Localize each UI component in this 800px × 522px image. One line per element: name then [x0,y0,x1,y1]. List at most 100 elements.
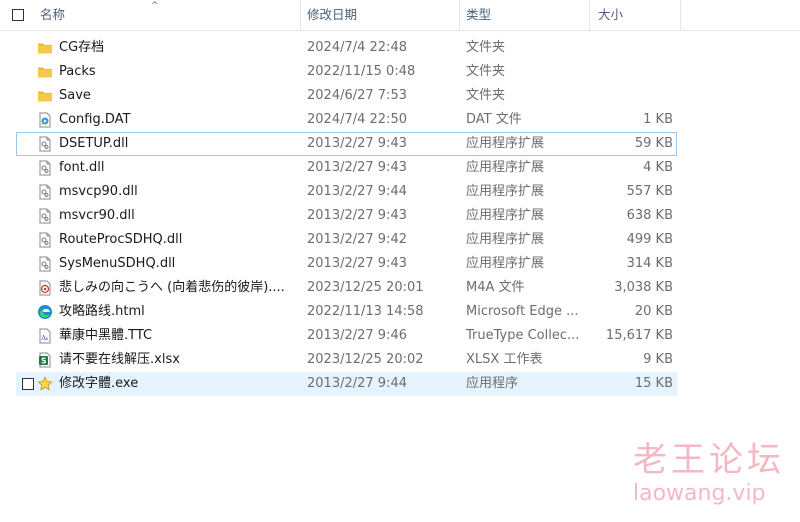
file-row[interactable]: Aa 華康中黑體.TTC 2013/2/27 9:46 TrueType Collec… [16,324,677,348]
file-modified-date: 2023/12/25 20:01 [307,280,424,295]
dll-file-icon [37,232,53,248]
file-name: SysMenuSDHQ.dll [59,256,176,271]
file-row[interactable]: SysMenuSDHQ.dll 2013/2/27 9:43 应用程序扩展 314 K… [16,252,677,276]
file-row[interactable]: DSETUP.dll 2013/2/27 9:43 应用程序扩展 59 KB [16,132,677,156]
file-type: 文件夹 [466,40,506,55]
dll-file-icon [37,256,53,272]
file-size: 499 KB [626,232,673,247]
file-modified-date: 2013/2/27 9:44 [307,184,407,199]
file-name: Config.DAT [59,112,131,127]
file-name: 请不要在线解压.xlsx [59,352,180,367]
file-size: 1 KB [643,112,673,127]
file-size [602,37,673,59]
file-modified-date: 2024/7/4 22:48 [307,40,407,55]
file-modified-date: 2022/11/13 14:58 [307,304,424,319]
media-file-icon [37,112,53,128]
file-type: 应用程序扩展 [466,136,545,151]
column-header-date[interactable]: 修改日期 [307,0,455,30]
file-size: 20 KB [634,304,673,319]
watermark-title: 老王论坛 [633,440,785,480]
file-name: 華康中黑體.TTC [59,328,153,343]
forum-watermark: 老王论坛 laowang.vip [633,440,793,508]
file-type: 应用程序扩展 [466,208,545,223]
file-row[interactable]: msvcr90.dll 2013/2/27 9:43 应用程序扩展 638 KB [16,204,677,228]
file-size: 314 KB [626,256,673,271]
file-row[interactable]: Config.DAT 2024/7/4 22:50 DAT 文件 1 KB [16,108,677,132]
column-header-size[interactable]: 大小 [598,0,678,30]
svg-text:S: S [41,357,46,366]
file-type: 应用程序扩展 [466,256,545,271]
file-size: 59 KB [634,136,673,151]
file-modified-date: 2024/6/27 7:53 [307,88,407,103]
file-type: 应用程序扩展 [466,232,545,247]
file-row[interactable]: font.dll 2013/2/27 9:43 应用程序扩展 4 KB [16,156,677,180]
file-row[interactable]: msvcp90.dll 2013/2/27 9:44 应用程序扩展 557 KB [16,180,677,204]
column-header: ^ 名称 修改日期 类型 大小 [0,0,800,31]
edge-html-icon [37,304,53,320]
column-divider[interactable] [459,0,460,30]
star-exe-icon [37,376,53,392]
file-type: Microsoft Edge ... [466,304,579,319]
file-modified-date: 2013/2/27 9:44 [307,376,407,391]
file-size: 9 KB [643,352,673,367]
file-size: 638 KB [626,208,673,223]
file-row[interactable]: 攻略路线.html 2022/11/13 14:58 Microsoft Edge … [16,300,677,324]
file-modified-date: 2013/2/27 9:46 [307,328,407,343]
file-type: 应用程序扩展 [466,184,545,199]
file-type: 应用程序扩展 [466,160,545,175]
file-modified-date: 2023/12/25 20:02 [307,352,424,367]
watermark-url: laowang.vip [633,481,766,506]
file-type: 文件夹 [466,88,506,103]
audio-file-icon [37,280,53,296]
dll-file-icon [37,136,53,152]
file-modified-date: 2013/2/27 9:43 [307,136,407,151]
file-type: TrueType Collec... [466,328,580,343]
file-row[interactable]: 修改字體.exe 2013/2/27 9:44 应用程序 15 KB [16,372,677,396]
column-divider[interactable] [680,0,681,30]
spreadsheet-icon: S [37,352,53,368]
file-type: M4A 文件 [466,280,525,295]
column-divider[interactable] [589,0,590,30]
dll-file-icon [37,160,53,176]
file-row[interactable]: S 请不要在线解压.xlsx 2023/12/25 20:02 XLSX 工作表 9 K… [16,348,677,372]
file-name: font.dll [59,160,105,175]
file-type: DAT 文件 [466,112,522,127]
file-row[interactable]: RouteProcSDHQ.dll 2013/2/27 9:42 应用程序扩展 499… [16,228,677,252]
file-type: 文件夹 [466,64,506,79]
dll-file-icon [37,184,53,200]
file-row[interactable]: CG存档 2024/7/4 22:48 文件夹 [16,36,677,60]
file-size: 15,617 KB [605,328,673,343]
file-row[interactable]: Packs 2022/11/15 0:48 文件夹 [16,60,677,84]
file-row[interactable]: Save 2024/6/27 7:53 文件夹 [16,84,677,108]
file-name: CG存档 [59,40,105,55]
file-row[interactable]: 悲しみの向こうへ (向着悲伤的彼岸).... 2023/12/25 20:01 M4… [16,276,677,300]
file-modified-date: 2013/2/27 9:42 [307,232,407,247]
file-modified-date: 2022/11/15 0:48 [307,64,416,79]
file-size [602,61,673,83]
folder-icon [37,40,53,56]
file-size: 3,038 KB [614,280,673,295]
file-name: Packs [59,64,96,79]
column-divider[interactable] [300,0,301,30]
file-name: msvcr90.dll [59,208,135,223]
file-name: RouteProcSDHQ.dll [59,232,183,247]
file-modified-date: 2013/2/27 9:43 [307,160,407,175]
file-name: 攻略路线.html [59,304,145,319]
file-type: XLSX 工作表 [466,352,543,367]
file-type: 应用程序 [466,376,519,391]
row-checkbox[interactable] [22,378,34,390]
file-size: 15 KB [634,376,673,391]
font-file-icon: Aa [37,328,53,344]
file-name: msvcp90.dll [59,184,138,199]
folder-icon [37,64,53,80]
file-modified-date: 2013/2/27 9:43 [307,256,407,271]
file-size: 557 KB [626,184,673,199]
file-size [602,85,673,107]
file-name: DSETUP.dll [59,136,129,151]
select-all-checkbox[interactable] [12,9,24,21]
file-size: 4 KB [643,160,673,175]
file-name: 修改字體.exe [59,376,139,391]
column-header-name[interactable]: 名称 [40,0,295,30]
column-header-type[interactable]: 类型 [466,0,584,30]
file-name: Save [59,88,91,103]
